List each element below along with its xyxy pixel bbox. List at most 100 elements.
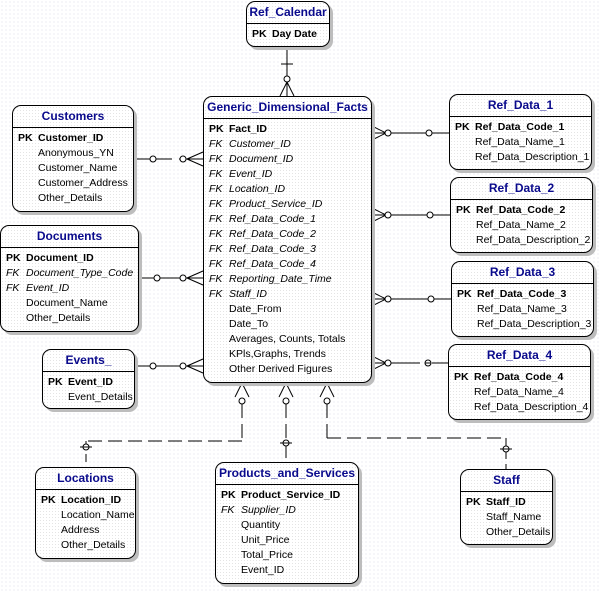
attribute-row[interactable]: Averages, Counts, Totals [204,332,371,347]
attribute-row[interactable]: Other Derived Figures [204,362,371,377]
attribute-row[interactable]: FK Reporting_Date_Time [204,272,371,287]
attribute-row[interactable]: Date_To [204,317,371,332]
attribute-name: KPls,Graphs, Trends [229,348,326,360]
attribute-row[interactable]: Staff_Name [461,510,552,525]
attribute-name: Location_ID [229,183,286,195]
attribute-row[interactable]: Other_Details [461,525,552,540]
attribute-row[interactable]: FK Document_ID [204,152,371,167]
attribute-name: Day Date [272,28,317,40]
foreign-key-marker: FK [6,282,20,294]
attribute-row[interactable]: Other_Details [1,311,138,326]
entity-title: Ref_Data_2 [451,178,592,200]
entity-ref-data-4[interactable]: Ref_Data_4 PK Ref_Data_Code_4 Ref_Data_Nam… [448,344,591,420]
attribute-name: Customer_ID [38,132,104,144]
attribute-row[interactable]: Total_Price [216,548,358,563]
attribute-row[interactable]: FK Location_ID [204,182,371,197]
key-marker [1,311,26,326]
attribute-name: Quantity [241,519,281,531]
attribute-row[interactable]: Ref_Data_Description_4 [449,400,590,415]
attribute-row[interactable]: FK Ref_Data_Code_3 [204,242,371,257]
attribute-name: Ref_Data_Code_1 [475,121,565,133]
attribute-row[interactable]: Customer_Name [13,161,133,176]
attribute-row[interactable]: FK Staff_ID [204,287,371,302]
attribute-row[interactable]: FK Event_ID [1,281,138,296]
attribute-row[interactable]: Ref_Data_Name_4 [449,385,590,400]
attribute-row[interactable]: Document_Name [1,296,138,311]
attribute-row[interactable]: Address [36,523,135,538]
attribute-row[interactable]: Date_From [204,302,371,317]
attribute-row[interactable]: PK Fact_ID [204,122,371,137]
entity-customers[interactable]: Customers PK Customer_ID Anonymous_YN Custo… [12,105,134,212]
attribute-row[interactable]: PK Location_ID [36,493,135,508]
attribute-row[interactable]: PK Product_Service_ID [216,488,358,503]
attribute-name: Total_Price [241,549,293,561]
attribute-row[interactable]: Unit_Price [216,533,358,548]
attribute-row[interactable]: PK Customer_ID [13,131,133,146]
attribute-row[interactable]: FK Supplier_ID [216,503,358,518]
entity-title: Customers [13,106,133,128]
attribute-name: Event_ID [229,168,273,180]
attribute-row[interactable]: Location_Name [36,508,135,523]
attribute-row[interactable]: PK Staff_ID [461,495,552,510]
attribute-row[interactable]: Ref_Data_Description_1 [450,150,591,165]
primary-key-marker: PK [456,204,471,216]
key-marker [451,233,476,248]
foreign-key-marker: FK [209,198,223,210]
attribute-row[interactable]: PK Document_ID [1,251,138,266]
attribute-name: Ref_Data_Description_4 [474,401,589,413]
entity-title: Events_ [43,350,134,372]
attribute-row[interactable]: Anonymous_YN [13,146,133,161]
attribute-name: Customer_ID [229,138,291,150]
attribute-row[interactable]: FK Document_Type_Code [1,266,138,281]
entity-ref-data-1[interactable]: Ref_Data_1 PK Ref_Data_Code_1 Ref_Data_Nam… [449,94,592,170]
primary-key-marker: PK [41,494,56,506]
attribute-row[interactable]: Ref_Data_Name_2 [451,218,592,233]
attribute-row[interactable]: Event_Details [43,390,134,405]
entity-documents[interactable]: Documents PK Document_ID FK Document_Type_C… [0,225,139,332]
attribute-row[interactable]: FK Customer_ID [204,137,371,152]
attribute-row[interactable]: PK Ref_Data_Code_4 [449,370,590,385]
attribute-row[interactable]: FK Ref_Data_Code_1 [204,212,371,227]
attribute-row[interactable]: Ref_Data_Name_1 [450,135,591,150]
key-marker [216,548,241,563]
attribute-row[interactable]: Quantity [216,518,358,533]
attribute-row[interactable]: Other_Details [36,538,135,553]
entity-generic-dimensional-facts[interactable]: Generic_Dimensional_Facts PK Fact_ID FK Cus… [203,96,372,383]
attribute-row[interactable]: Event_ID [216,563,358,578]
key-marker [36,508,61,523]
entity-events[interactable]: Events_ PK Event_ID Event_Details [42,349,135,409]
entity-title: Products_and_Services [216,463,358,485]
rel-refdata1-facts [371,125,449,141]
attribute-row[interactable]: PK Event_ID [43,375,134,390]
key-marker [216,518,241,533]
key-marker [36,523,61,538]
entity-locations[interactable]: Locations PK Location_ID Location_Name Addr… [35,467,136,559]
attribute-row[interactable]: FK Product_Service_ID [204,197,371,212]
attribute-row[interactable]: Other_Details [13,191,133,206]
key-marker [204,317,229,332]
rel-documents-facts [139,270,204,286]
key-marker [451,218,476,233]
attribute-name: Ref_Data_Code_2 [476,204,566,216]
attribute-row[interactable]: PK Ref_Data_Code_3 [452,287,593,302]
entity-title: Locations [36,468,135,490]
attribute-row[interactable]: Ref_Data_Description_3 [452,317,593,332]
attribute-row[interactable]: Ref_Data_Description_2 [451,233,592,248]
attribute-name: Document_Name [26,297,108,309]
attribute-row[interactable]: KPls,Graphs, Trends [204,347,371,362]
attribute-row[interactable]: FK Event_ID [204,167,371,182]
attribute-row[interactable]: FK Ref_Data_Code_4 [204,257,371,272]
key-marker [461,525,486,540]
entity-ref-data-3[interactable]: Ref_Data_3 PK Ref_Data_Code_3 Ref_Data_Nam… [451,261,594,337]
key-marker [216,563,241,578]
attribute-row[interactable]: FK Ref_Data_Code_2 [204,227,371,242]
entity-staff[interactable]: Staff PK Staff_ID Staff_Name Other_Details [460,469,553,545]
attribute-row[interactable]: PK Day Date [247,27,329,42]
attribute-row[interactable]: Customer_Address [13,176,133,191]
attribute-row[interactable]: Ref_Data_Name_3 [452,302,593,317]
attribute-row[interactable]: PK Ref_Data_Code_1 [450,120,591,135]
entity-products-and-services[interactable]: Products_and_Services PK Product_Service_… [215,462,359,584]
attribute-row[interactable]: PK Ref_Data_Code_2 [451,203,592,218]
entity-ref-calendar[interactable]: Ref_Calendar PK Day Date [246,1,330,47]
entity-ref-data-2[interactable]: Ref_Data_2 PK Ref_Data_Code_2 Ref_Data_Nam… [450,177,593,253]
